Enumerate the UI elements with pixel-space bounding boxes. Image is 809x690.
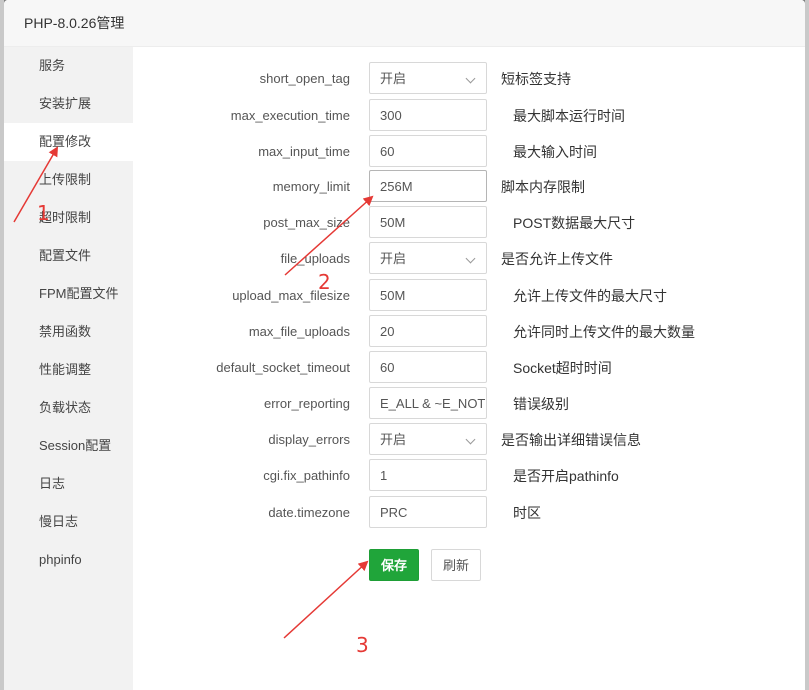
sidebar-item-slow-log[interactable]: 慢日志 xyxy=(4,503,133,541)
default-socket-timeout-input[interactable]: 60 xyxy=(369,351,487,383)
sidebar-item-fpm-config[interactable]: FPM配置文件 xyxy=(4,275,133,313)
setting-label: default_socket_timeout xyxy=(216,360,350,375)
setting-row: max_file_uploads 20 允许同时上传文件的最大数量 xyxy=(133,315,805,349)
setting-row: default_socket_timeout 60 Socket超时时间 xyxy=(133,351,805,385)
setting-desc: 最大脚本运行时间 xyxy=(513,108,625,124)
setting-row: short_open_tag 开启 短标签支持 xyxy=(133,62,805,96)
setting-label: cgi.fix_pathinfo xyxy=(263,468,350,483)
sidebar-item-install-extension[interactable]: 安装扩展 xyxy=(4,85,133,123)
setting-label: display_errors xyxy=(268,432,350,447)
annotation-number-2: 2 xyxy=(318,270,331,294)
setting-label: file_uploads xyxy=(280,251,350,266)
annotation-number-1: 1 xyxy=(37,201,50,225)
setting-label: max_file_uploads xyxy=(248,324,350,339)
chevron-down-icon xyxy=(465,253,476,264)
setting-desc: 最大输入时间 xyxy=(513,144,597,160)
sidebar-item-performance[interactable]: 性能调整 xyxy=(4,351,133,389)
sidebar-item-config-edit[interactable]: 配置修改 xyxy=(4,123,133,161)
max-execution-time-input[interactable]: 300 xyxy=(369,99,487,131)
chevron-down-icon xyxy=(465,434,476,445)
config-form: short_open_tag 开启 短标签支持 max_execution_ti… xyxy=(133,47,805,690)
setting-label: max_input_time xyxy=(258,144,350,159)
save-button[interactable]: 保存 xyxy=(369,549,419,581)
sidebar-item-timeout-limit[interactable]: 超时限制 xyxy=(4,199,133,237)
display-errors-select[interactable]: 开启 xyxy=(369,423,487,455)
setting-desc: 错误级别 xyxy=(513,396,569,412)
sidebar-item-load-status[interactable]: 负载状态 xyxy=(4,389,133,427)
setting-row: max_input_time 60 最大输入时间 xyxy=(133,135,805,169)
setting-label: max_execution_time xyxy=(230,108,350,123)
setting-row: post_max_size 50M POST数据最大尺寸 xyxy=(133,206,805,240)
refresh-button[interactable]: 刷新 xyxy=(431,549,481,581)
setting-desc: 脚本内存限制 xyxy=(501,179,585,195)
memory-limit-input[interactable]: 256M xyxy=(369,170,487,202)
setting-row: cgi.fix_pathinfo 1 是否开启pathinfo xyxy=(133,459,805,493)
annotation-number-3: 3 xyxy=(356,633,369,657)
sidebar-item-config-file[interactable]: 配置文件 xyxy=(4,237,133,275)
setting-desc: 允许上传文件的最大尺寸 xyxy=(513,288,667,304)
setting-row: upload_max_filesize 50M 允许上传文件的最大尺寸 xyxy=(133,279,805,313)
setting-label: post_max_size xyxy=(263,215,350,230)
setting-label: error_reporting xyxy=(264,396,350,411)
short-open-tag-select[interactable]: 开启 xyxy=(369,62,487,94)
sidebar-item-disabled-functions[interactable]: 禁用函数 xyxy=(4,313,133,351)
setting-desc: 短标签支持 xyxy=(501,71,571,87)
setting-desc: 允许同时上传文件的最大数量 xyxy=(513,324,695,340)
select-value: 开启 xyxy=(380,432,407,447)
setting-row: error_reporting E_ALL & ~E_NOT 错误级别 xyxy=(133,387,805,421)
sidebar-item-upload-limit[interactable]: 上传限制 xyxy=(4,161,133,199)
setting-row: max_execution_time 300 最大脚本运行时间 xyxy=(133,99,805,133)
setting-desc: 是否允许上传文件 xyxy=(501,251,613,267)
sidebar-item-session-config[interactable]: Session配置 xyxy=(4,427,133,465)
setting-desc: 时区 xyxy=(513,505,541,521)
setting-desc: 是否开启pathinfo xyxy=(513,468,619,484)
setting-row: memory_limit 256M 脚本内存限制 xyxy=(133,170,805,204)
setting-label: memory_limit xyxy=(272,179,350,194)
max-input-time-input[interactable]: 60 xyxy=(369,135,487,167)
php-manage-dialog: PHP-8.0.26管理 服务 安装扩展 配置修改 上传限制 超时限制 配置文件… xyxy=(4,0,805,690)
select-value: 开启 xyxy=(380,251,407,266)
select-value: 开启 xyxy=(380,71,407,86)
setting-row: display_errors 开启 是否输出详细错误信息 xyxy=(133,423,805,457)
dialog-title: PHP-8.0.26管理 xyxy=(4,0,805,47)
max-file-uploads-input[interactable]: 20 xyxy=(369,315,487,347)
date-timezone-input[interactable]: PRC xyxy=(369,496,487,528)
setting-desc: POST数据最大尺寸 xyxy=(513,215,636,231)
cgi-fix-pathinfo-input[interactable]: 1 xyxy=(369,459,487,491)
post-max-size-input[interactable]: 50M xyxy=(369,206,487,238)
sidebar-item-log[interactable]: 日志 xyxy=(4,465,133,503)
sidebar-item-phpinfo[interactable]: phpinfo xyxy=(4,541,133,579)
error-reporting-input[interactable]: E_ALL & ~E_NOT xyxy=(369,387,487,419)
file-uploads-select[interactable]: 开启 xyxy=(369,242,487,274)
setting-label: short_open_tag xyxy=(259,71,350,86)
background-right xyxy=(805,0,809,690)
setting-desc: 是否输出详细错误信息 xyxy=(501,432,641,448)
upload-max-filesize-input[interactable]: 50M xyxy=(369,279,487,311)
setting-desc: Socket超时时间 xyxy=(513,360,612,376)
setting-row: date.timezone PRC 时区 xyxy=(133,496,805,530)
sidebar-item-service[interactable]: 服务 xyxy=(4,47,133,85)
setting-label: date.timezone xyxy=(268,505,350,520)
setting-row: file_uploads 开启 是否允许上传文件 xyxy=(133,242,805,276)
chevron-down-icon xyxy=(465,73,476,84)
sidebar: 服务 安装扩展 配置修改 上传限制 超时限制 配置文件 FPM配置文件 禁用函数… xyxy=(4,47,133,690)
setting-label: upload_max_filesize xyxy=(232,288,350,303)
